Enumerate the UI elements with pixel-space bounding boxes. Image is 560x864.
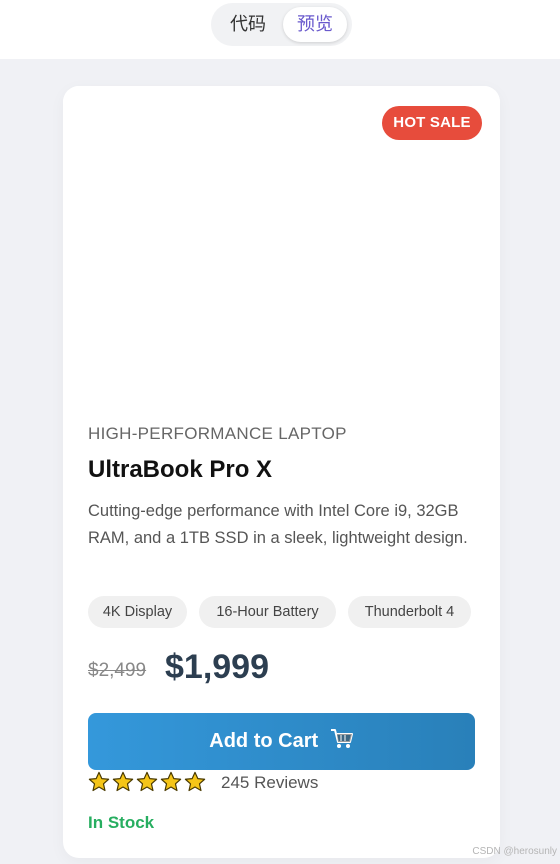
product-card: HOT SALE HIGH-PERFORMANCE LAPTOP UltraBo… [63, 86, 500, 858]
stock-status: In Stock [88, 813, 155, 832]
code-tab[interactable]: 代码 [219, 7, 277, 42]
watermark: CSDN @herosunly [472, 846, 557, 857]
star-icon [88, 771, 110, 793]
tag-thunderbolt: Thunderbolt 4 [348, 596, 471, 628]
product-category: HIGH-PERFORMANCE LAPTOP [88, 424, 347, 443]
star-icon [160, 771, 182, 793]
tag-4k-display: 4K Display [88, 596, 187, 628]
product-title: UltraBook Pro X [88, 456, 273, 483]
view-toggle: 代码 预览 [211, 3, 352, 46]
shopping-cart-icon [330, 716, 354, 773]
sale-price: $1,999 [165, 648, 269, 686]
hot-sale-badge: HOT SALE [382, 106, 482, 140]
top-bar: 代码 预览 [0, 0, 560, 59]
star-icon [184, 771, 206, 793]
add-to-cart-label: Add to Cart [209, 730, 319, 752]
product-description: Cutting-edge performance with Intel Core… [88, 502, 468, 547]
original-price: $2,499 [88, 660, 147, 681]
star-icon [136, 771, 158, 793]
preview-tab[interactable]: 预览 [283, 7, 347, 42]
star-icon [112, 771, 134, 793]
add-to-cart-button[interactable]: Add to Cart [88, 713, 475, 770]
tag-battery: 16-Hour Battery [199, 596, 336, 628]
star-rating [88, 771, 208, 795]
review-count[interactable]: 245 Reviews [221, 773, 318, 793]
